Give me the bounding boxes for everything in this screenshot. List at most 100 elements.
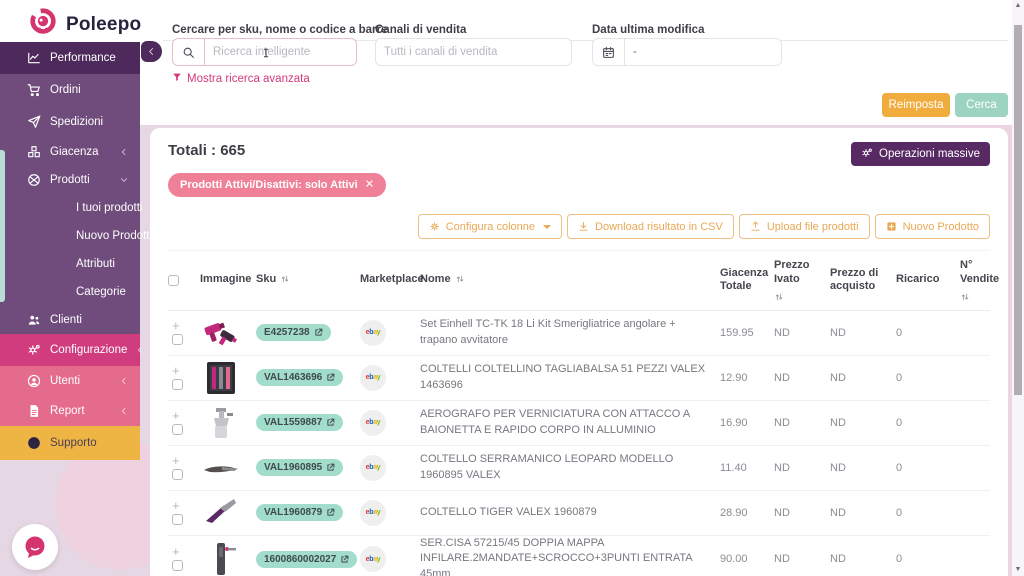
active-filter-chip[interactable]: Prodotti Attivi/Disattivi: solo Attivi	[168, 173, 386, 197]
sidebar-item-attributi[interactable]: Attributi	[0, 250, 140, 278]
product-image-spray-gun	[200, 405, 242, 441]
sidebar-item-supporto[interactable]: ?Supporto	[0, 426, 140, 460]
sidebar-item-categorie[interactable]: Categorie	[0, 278, 140, 306]
sort-icon[interactable]	[960, 292, 970, 302]
sku-badge-link[interactable]: VAL1960879	[256, 504, 343, 521]
product-name: SER.CISA 57215/45 DOPPIA MAPPA INFILARE.…	[420, 536, 720, 576]
scrollbar-thumb[interactable]	[1014, 25, 1022, 395]
sidebar-item-giacenza[interactable]: Giacenza	[0, 138, 140, 166]
bulk-operations-button[interactable]: Operazioni massive	[851, 142, 990, 166]
sidebar-item-ordini[interactable]: Ordini	[0, 74, 140, 106]
prezzo-ivato-value: ND	[774, 417, 830, 429]
prezzo-acquisto-value: ND	[830, 507, 896, 519]
row-checkbox[interactable]	[172, 514, 183, 525]
scroll-up-arrow-icon[interactable]: ▲	[1014, 2, 1022, 10]
row-expander-plus[interactable]: +	[172, 456, 180, 466]
search-icon	[173, 39, 205, 65]
sidebar-item-clienti[interactable]: Clienti	[0, 306, 140, 334]
sidebar-item-utenti[interactable]: Utenti	[0, 366, 140, 396]
column-header-nome[interactable]: Nome	[420, 273, 720, 287]
table-row: +VAL1463696ebayCOLTELLI COLTELLINO TAGLI…	[168, 356, 990, 401]
row-expander-plus[interactable]: +	[172, 366, 180, 376]
sidebar-item-prodotti[interactable]: Prodotti	[0, 166, 140, 194]
sort-icon[interactable]	[774, 292, 784, 302]
sidebar-item-label: Spedizioni	[50, 116, 140, 128]
upload-file-prodotti-button[interactable]: Upload file prodotti	[739, 214, 870, 239]
prezzo-acquisto-value: ND	[830, 372, 896, 384]
sort-icon[interactable]	[455, 274, 465, 284]
sidebar-item-i-tuoi-prodotti[interactable]: I tuoi prodotti	[0, 194, 140, 222]
page-scrollbar[interactable]: ▲ ▼	[1012, 0, 1024, 576]
chevron-down-icon	[120, 176, 128, 184]
column-header-prezzo-ivato[interactable]: Prezzo Ivato	[774, 259, 830, 302]
sales-channels-inputbox	[375, 38, 572, 66]
sidebar-item-spedizioni[interactable]: Spedizioni	[0, 106, 140, 138]
sidebar-item-label: Configurazione	[50, 344, 127, 356]
sort-icon[interactable]	[280, 274, 290, 284]
advanced-search-link[interactable]: Mostra ricerca avanzata	[172, 72, 310, 85]
sidebar-item-nuovo-prodotto[interactable]: Nuovo Prodotto	[0, 222, 140, 250]
prezzo-acquisto-value: ND	[830, 462, 896, 474]
download-risultato-in-csv-button[interactable]: Download risultato in CSV	[567, 214, 734, 239]
product-name: COLTELLI COLTELLINO TAGLIABALSA 51 PEZZI…	[420, 362, 720, 394]
search-button[interactable]: Cerca	[955, 93, 1008, 117]
sku-badge-link[interactable]: VAL1960895	[256, 459, 343, 476]
smart-search-input[interactable]	[205, 39, 357, 65]
row-checkbox[interactable]	[172, 424, 183, 435]
row-checkbox[interactable]	[172, 379, 183, 390]
column-header-sku[interactable]: Sku	[256, 273, 360, 287]
chevron-left-icon	[120, 377, 128, 385]
gears-icon	[861, 147, 873, 162]
totals-value: 665	[220, 142, 245, 159]
channels-filter-label: Canali di vendita	[375, 24, 466, 36]
last-modified-date-input[interactable]	[625, 39, 782, 65]
row-expander-plus[interactable]: +	[172, 411, 180, 421]
ricarico-value: 0	[896, 507, 960, 519]
sidebar-item-label: Performance	[50, 52, 140, 64]
reset-button[interactable]: Reimposta	[882, 93, 950, 117]
ricarico-value: 0	[896, 553, 960, 565]
warehouse-icon	[26, 145, 41, 160]
row-expander-plus[interactable]: +	[172, 501, 180, 511]
row-checkbox[interactable]	[172, 560, 183, 571]
sales-channels-input[interactable]	[376, 39, 571, 65]
configura-colonne-button[interactable]: Configura colonne	[418, 214, 562, 239]
calendar-icon	[593, 39, 625, 65]
sku-badge-link[interactable]: 1600860002027	[256, 551, 357, 568]
sku-badge-link[interactable]: VAL1559887	[256, 414, 343, 431]
chat-launcher-button[interactable]	[12, 524, 58, 570]
poleepo-logo-icon	[28, 7, 58, 42]
sidebar-item-configurazione[interactable]: Configurazione	[0, 334, 140, 366]
giacenza-totale-value: 16.90	[720, 417, 774, 429]
app-logo[interactable]: Poleepo	[28, 7, 141, 42]
user-circle-icon	[26, 374, 41, 389]
row-checkbox[interactable]	[172, 469, 183, 480]
close-icon[interactable]	[365, 179, 374, 191]
column-header-n-vendite[interactable]: N° Vendite	[960, 259, 990, 302]
sidebar-item-label: Clienti	[50, 314, 140, 326]
sku-badge-link[interactable]: VAL1463696	[256, 369, 343, 386]
product-name: COLTELLO SERRAMANICO LEOPARD MODELLO 196…	[420, 452, 720, 484]
sidebar-item-performance[interactable]: Performance	[0, 42, 140, 74]
row-checkbox[interactable]	[172, 334, 183, 345]
question-circle-icon: ?	[26, 436, 41, 451]
sidebar-item-report[interactable]: Report	[0, 396, 140, 426]
prezzo-ivato-value: ND	[774, 372, 830, 384]
chat-bubble-icon	[21, 533, 49, 561]
last-modified-date-inputbox	[592, 38, 782, 66]
row-expander-plus[interactable]: +	[172, 547, 180, 557]
gear-icon	[429, 221, 440, 232]
column-header-giacenza-totale: Giacenza Totale	[720, 267, 774, 295]
row-expander-plus[interactable]: +	[172, 321, 180, 331]
nuovo-prodotto-button[interactable]: Nuovo Prodotto	[875, 214, 990, 239]
sidebar-item-label: Nuovo Prodotto	[76, 230, 156, 242]
scroll-down-arrow-icon[interactable]: ▼	[1014, 566, 1022, 574]
prezzo-acquisto-value: ND	[830, 327, 896, 339]
select-all-checkbox[interactable]	[168, 275, 179, 286]
sku-badge-link[interactable]: E4257238	[256, 324, 331, 341]
sidebar-collapse-button[interactable]	[141, 41, 162, 62]
svg-text:?: ?	[31, 439, 36, 448]
marketplace-ebay-badge: ebay	[360, 500, 386, 526]
marketplace-ebay-badge: ebay	[360, 546, 386, 572]
table-header-row: ImmagineSkuMarketplaceNomeGiacenza Total…	[168, 250, 990, 311]
